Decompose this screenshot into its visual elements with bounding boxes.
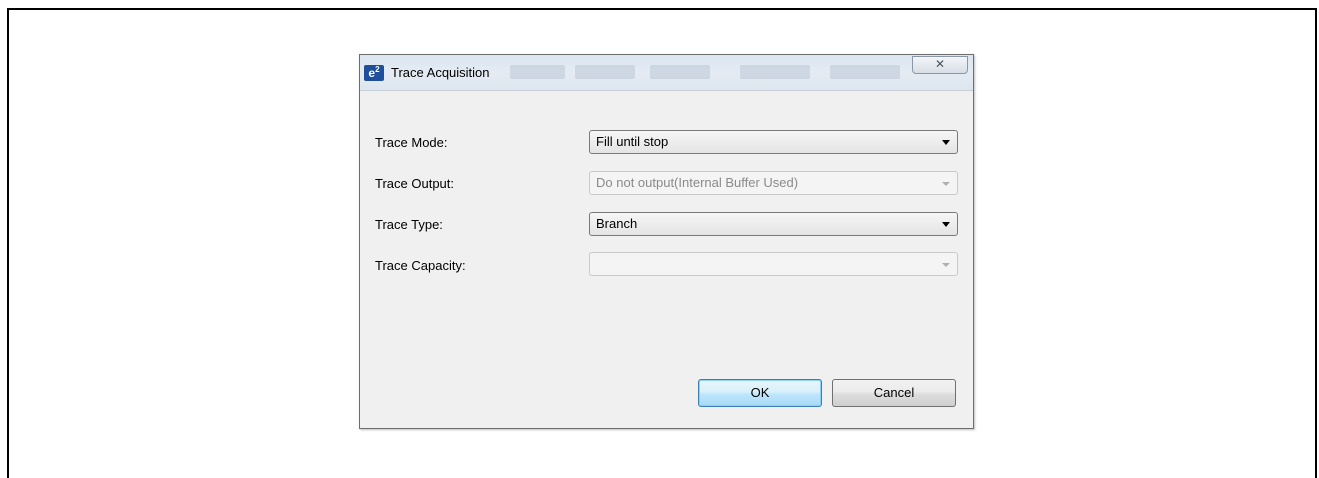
- dialog-title: Trace Acquisition: [391, 65, 490, 80]
- trace-type-select[interactable]: Branch: [589, 212, 958, 236]
- trace-mode-select[interactable]: Fill until stop: [589, 130, 958, 154]
- trace-capacity-select: [589, 252, 958, 276]
- trace-mode-label: Trace Mode:: [375, 135, 448, 150]
- trace-type-label: Trace Type:: [375, 217, 443, 232]
- chevron-down-icon: [942, 182, 950, 186]
- titlebar-background-artifact: [830, 65, 900, 79]
- trace-output-label: Trace Output:: [375, 176, 454, 191]
- close-icon: ✕: [934, 57, 946, 71]
- trace-output-select: Do not output(Internal Buffer Used): [589, 171, 958, 195]
- ok-button[interactable]: OK: [698, 379, 822, 407]
- titlebar-background-artifact: [575, 65, 635, 79]
- e2-app-icon: e2: [364, 65, 384, 81]
- chevron-down-icon: [942, 263, 950, 267]
- titlebar-background-artifact: [510, 65, 565, 79]
- cancel-button[interactable]: Cancel: [832, 379, 956, 407]
- trace-type-value: Branch: [596, 216, 638, 231]
- title-bar[interactable]: e2 Trace Acquisition ✕: [360, 55, 973, 91]
- close-button[interactable]: ✕: [912, 56, 968, 74]
- trace-mode-value: Fill until stop: [596, 134, 669, 149]
- titlebar-background-artifact: [740, 65, 810, 79]
- trace-acquisition-dialog: e2 Trace Acquisition ✕ Trace Mode: Fill …: [359, 54, 974, 429]
- titlebar-background-artifact: [650, 65, 710, 79]
- trace-capacity-label: Trace Capacity:: [375, 258, 466, 273]
- chevron-down-icon: [942, 222, 950, 227]
- trace-output-value: Do not output(Internal Buffer Used): [596, 175, 799, 190]
- chevron-down-icon: [942, 140, 950, 145]
